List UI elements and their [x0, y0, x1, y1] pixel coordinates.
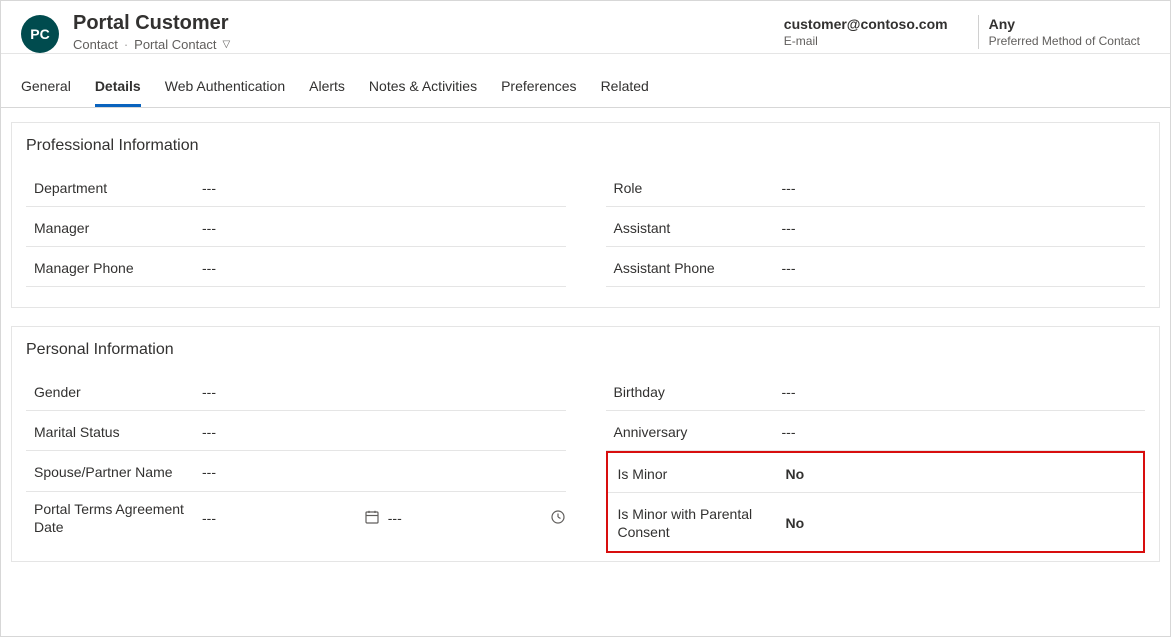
- field-value: ---: [782, 424, 1146, 440]
- field-assistant-phone[interactable]: Assistant Phone ---: [606, 247, 1146, 287]
- field-value: ---: [782, 384, 1146, 400]
- field-label: Manager Phone: [34, 260, 202, 276]
- field-label: Gender: [34, 384, 202, 400]
- field-portal-terms-date[interactable]: Portal Terms Agreement Date ---: [26, 492, 566, 546]
- section-personal-info: Personal Information Gender --- Marital …: [11, 326, 1160, 562]
- field-label: Anniversary: [614, 424, 782, 440]
- section-title: Professional Information: [26, 137, 1145, 155]
- field-marital-status[interactable]: Marital Status ---: [26, 411, 566, 451]
- section-title: Personal Information: [26, 341, 1145, 359]
- field-label: Birthday: [614, 384, 782, 400]
- field-label: Role: [614, 180, 782, 196]
- field-label: Spouse/Partner Name: [34, 463, 202, 481]
- form-selector-label: Portal Contact: [134, 37, 216, 52]
- date-value: ---: [202, 510, 232, 526]
- field-label: Manager: [34, 220, 202, 236]
- field-value: No: [786, 466, 1134, 482]
- tab-notes-activities[interactable]: Notes & Activities: [369, 72, 477, 107]
- tab-web-auth[interactable]: Web Authentication: [165, 72, 285, 107]
- field-value: ---: [202, 180, 566, 196]
- field-value: ---: [202, 260, 566, 276]
- tabs: General Details Web Authentication Alert…: [1, 72, 1170, 108]
- separator-dot: ·: [124, 37, 128, 52]
- calendar-icon[interactable]: [364, 509, 380, 528]
- field-spouse-partner[interactable]: Spouse/Partner Name ---: [26, 451, 566, 492]
- entity-name: Contact: [73, 37, 118, 52]
- field-value: ---: [782, 220, 1146, 236]
- form-root: PC Portal Customer Contact · Portal Cont…: [0, 0, 1171, 637]
- section-professional-info: Professional Information Department --- …: [11, 122, 1160, 308]
- field-gender[interactable]: Gender ---: [26, 371, 566, 411]
- field-manager[interactable]: Manager ---: [26, 207, 566, 247]
- field-value: ---: [202, 424, 566, 440]
- field-value: ---: [782, 180, 1146, 196]
- form-header: PC Portal Customer Contact · Portal Cont…: [1, 1, 1170, 54]
- header-field-label: Preferred Method of Contact: [989, 33, 1140, 49]
- field-manager-phone[interactable]: Manager Phone ---: [26, 247, 566, 287]
- field-role[interactable]: Role ---: [606, 167, 1146, 207]
- field-value: ---: [782, 260, 1146, 276]
- field-label: Department: [34, 180, 202, 196]
- form-subtitle[interactable]: Contact · Portal Contact ▽: [73, 37, 230, 52]
- tab-alerts[interactable]: Alerts: [309, 72, 345, 107]
- field-label: Is Minor with Parental Consent: [618, 505, 786, 541]
- minor-consent-highlight: Is Minor No Is Minor with Parental Conse…: [606, 451, 1146, 553]
- field-birthday[interactable]: Birthday ---: [606, 371, 1146, 411]
- header-field-label: E-mail: [784, 33, 948, 49]
- field-label: Marital Status: [34, 424, 202, 440]
- header-field-value: customer@contoso.com: [784, 15, 948, 33]
- field-value: ---: [202, 220, 566, 236]
- page-title: Portal Customer: [73, 11, 230, 35]
- clock-icon[interactable]: [550, 509, 566, 528]
- tab-general[interactable]: General: [21, 72, 71, 107]
- header-fields: customer@contoso.com E-mail Any Preferre…: [774, 15, 1150, 49]
- field-is-minor[interactable]: Is Minor No: [608, 453, 1144, 493]
- field-label: Assistant Phone: [614, 260, 782, 276]
- field-label: Assistant: [614, 220, 782, 236]
- field-anniversary[interactable]: Anniversary ---: [606, 411, 1146, 451]
- field-label: Is Minor: [618, 466, 786, 482]
- field-is-minor-parental-consent[interactable]: Is Minor with Parental Consent No: [608, 493, 1144, 551]
- header-field-contact-method[interactable]: Any Preferred Method of Contact: [978, 15, 1150, 49]
- field-value: ---: [202, 464, 566, 480]
- field-value: ---: [202, 384, 566, 400]
- tab-related[interactable]: Related: [601, 72, 649, 107]
- tab-preferences[interactable]: Preferences: [501, 72, 576, 107]
- header-field-value: Any: [989, 15, 1140, 33]
- avatar: PC: [21, 15, 59, 53]
- tab-details[interactable]: Details: [95, 72, 141, 107]
- field-label: Portal Terms Agreement Date: [34, 500, 202, 536]
- chevron-down-icon[interactable]: ▽: [223, 39, 231, 50]
- header-field-email[interactable]: customer@contoso.com E-mail: [774, 15, 958, 49]
- field-value: No: [786, 515, 1134, 531]
- field-assistant[interactable]: Assistant ---: [606, 207, 1146, 247]
- field-department[interactable]: Department ---: [26, 167, 566, 207]
- time-value: ---: [388, 510, 418, 526]
